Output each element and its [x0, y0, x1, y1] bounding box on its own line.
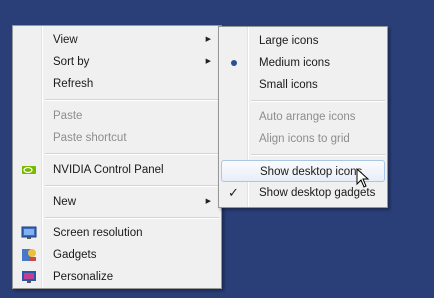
radio-bullet-icon	[231, 60, 237, 66]
personalize-icon	[22, 271, 36, 283]
submenu-arrow-icon: ▶	[205, 58, 211, 65]
nvidia-icon	[22, 166, 36, 174]
submenu-arrow-icon: ▶	[205, 198, 211, 205]
submenu-item-large-icons[interactable]: Large icons	[221, 30, 385, 52]
menu-item-refresh[interactable]: Refresh	[15, 73, 219, 95]
menu-item-gadgets[interactable]: Gadgets	[15, 244, 219, 266]
submenu-arrow-icon: ▶	[205, 36, 211, 43]
menu-item-new[interactable]: New ▶	[15, 191, 219, 213]
screen-resolution-icon	[21, 226, 37, 239]
submenu-item-small-icons[interactable]: Small icons	[221, 74, 385, 96]
menu-separator	[45, 153, 219, 155]
desktop-context-menu: View ▶ Sort by ▶ Refresh Paste Paste sho…	[12, 25, 222, 289]
menu-item-view[interactable]: View ▶	[15, 29, 219, 51]
menu-item-paste[interactable]: Paste	[15, 105, 219, 127]
gadgets-icon	[22, 249, 36, 261]
menu-item-personalize[interactable]: Personalize	[15, 266, 219, 288]
submenu-item-align-icons-to-grid[interactable]: Align icons to grid	[221, 128, 385, 150]
menu-item-sort-by[interactable]: Sort by ▶	[15, 51, 219, 73]
submenu-item-medium-icons[interactable]: Medium icons	[221, 52, 385, 74]
menu-separator	[45, 185, 219, 187]
menu-separator	[251, 154, 385, 156]
menu-separator	[45, 217, 219, 219]
menu-separator	[251, 100, 385, 102]
menu-item-paste-shortcut[interactable]: Paste shortcut	[15, 127, 219, 149]
menu-item-screen-resolution[interactable]: Screen resolution	[15, 222, 219, 244]
submenu-item-auto-arrange-icons[interactable]: Auto arrange icons	[221, 106, 385, 128]
menu-separator	[45, 99, 219, 101]
mouse-cursor-icon	[356, 168, 370, 188]
checkmark-icon: ✓	[228, 185, 239, 200]
menu-item-nvidia-control-panel[interactable]: NVIDIA Control Panel	[15, 159, 219, 181]
